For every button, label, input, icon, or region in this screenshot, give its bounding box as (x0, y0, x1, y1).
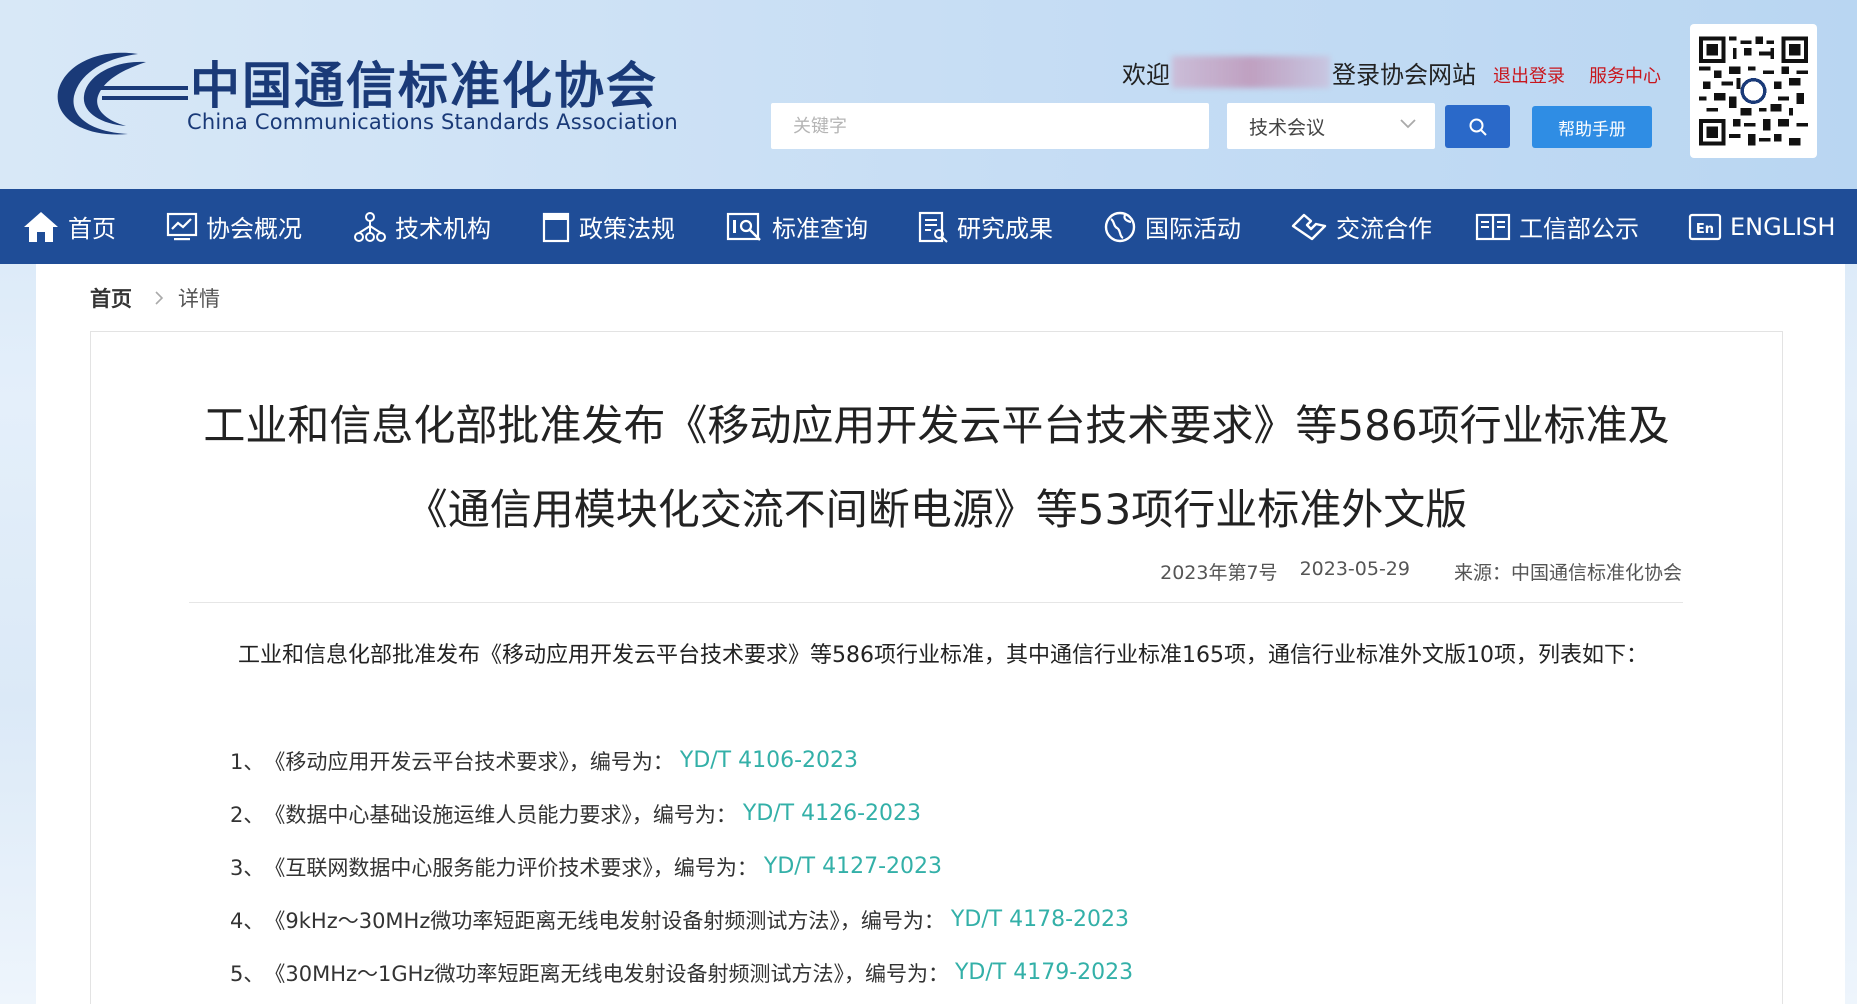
nav-item-home[interactable]: 首页 (22, 189, 116, 264)
book-icon (1475, 213, 1511, 240)
article-title: 工业和信息化部批准发布《移动应用开发云平台技术要求》等586项行业标准及 《通信… (100, 384, 1773, 552)
nav-item-international[interactable]: 国际活动 (1103, 189, 1241, 264)
document-icon (542, 212, 570, 242)
globe-icon (1104, 211, 1136, 242)
nav-item-standard-query[interactable]: 标准查询 (726, 189, 868, 264)
nav-item-label: 首页 (68, 215, 116, 243)
nav-item-label: 协会概况 (206, 215, 302, 243)
site-logo[interactable]: 中国通信标准化协会 China Communications Standards… (50, 46, 678, 146)
list-item: 3、 《互联网数据中心服务能力评价技术要求》，编号为： YD/T 4127-20… (230, 840, 1680, 893)
article-date: 2023-05-29 (1299, 558, 1410, 580)
nav-item-miit-notice[interactable]: 工信部公示 (1475, 189, 1639, 264)
english-icon: En (1688, 213, 1722, 240)
list-item-index: 2、 (230, 802, 265, 827)
breadcrumb-home[interactable]: 首页 (90, 283, 132, 313)
divider (189, 602, 1683, 603)
welcome-suffix: 登录协会网站 (1332, 60, 1476, 89)
handshake-icon (1291, 213, 1327, 240)
breadcrumb: 首页 详情 (90, 283, 220, 313)
nav-item-policy[interactable]: 政策法规 (541, 189, 675, 264)
article-issue: 2023年第7号 (1160, 562, 1278, 584)
list-item-name: 《30MHz～1GHz微功率短距离无线电发射设备射频测试方法》，编号为： (264, 961, 949, 986)
standard-code-link[interactable]: YD/T 4179-2023 (955, 960, 1133, 985)
standard-code-link[interactable]: YD/T 4106-2023 (680, 748, 858, 773)
standard-code-link[interactable]: YD/T 4126-2023 (743, 801, 921, 826)
welcome-text: 欢迎 登录协会网站 (1122, 56, 1476, 89)
standard-code-link[interactable]: YD/T 4178-2023 (951, 907, 1129, 932)
list-item-index: 3、 (230, 855, 265, 880)
nav-item-label: ENGLISH (1730, 212, 1836, 241)
report-icon (918, 211, 948, 243)
ccsa-logo-icon (57, 52, 188, 135)
logout-link[interactable]: 退出登录 (1493, 62, 1565, 88)
list-item-name: 《9kHz～30MHz微功率短距离无线电发射设备射频测试方法》，编号为： (264, 908, 945, 933)
nav-item-label: 交流合作 (1336, 215, 1432, 243)
list-item: 2、 《数据中心基础设施运维人员能力要求》，编号为： YD/T 4126-202… (230, 787, 1680, 840)
nav-item-about[interactable]: 协会概况 (166, 189, 302, 264)
list-item: 4、 《9kHz～30MHz微功率短距离无线电发射设备射频测试方法》，编号为： … (230, 893, 1680, 946)
article-intro: 工业和信息化部批准发布《移动应用开发云平台技术要求》等586项行业标准，其中通信… (238, 643, 1648, 668)
article-title-line-1: 工业和信息化部批准发布《移动应用开发云平台技术要求》等586项行业标准及 (203, 401, 1670, 450)
list-item: 5、 《30MHz～1GHz微功率短距离无线电发射设备射频测试方法》，编号为： … (230, 946, 1680, 999)
qr-code-icon (1699, 36, 1808, 146)
svg-text:En: En (1696, 222, 1714, 237)
main-nav: 首页 协会概况 技术机构 政策法规 标准查询 研究成果 国际活动 交流合作 工信… (0, 189, 1857, 264)
list-item-name: 《互联网数据中心服务能力评价技术要求》，编号为： (264, 855, 758, 880)
org-icon (354, 211, 386, 242)
nav-item-label: 国际活动 (1145, 215, 1241, 243)
chevron-right-icon (155, 291, 164, 305)
nav-item-cooperation[interactable]: 交流合作 (1290, 189, 1432, 264)
help-manual-button[interactable]: 帮助手册 (1532, 106, 1652, 148)
chevron-down-icon (1400, 119, 1416, 129)
nav-item-label: 政策法规 (579, 215, 675, 243)
standard-code-link[interactable]: YD/T 4127-2023 (764, 854, 942, 879)
site-header: 中国通信标准化协会 China Communications Standards… (0, 0, 1857, 189)
search-category-value: 技术会议 (1249, 116, 1326, 139)
search-input[interactable] (771, 103, 1209, 149)
list-item-index: 5、 (230, 961, 265, 986)
nav-item-label: 技术机构 (395, 215, 491, 243)
home-icon (24, 211, 58, 242)
search-icon (1469, 118, 1487, 136)
chart-icon (166, 212, 198, 240)
article-source: 来源：中国通信标准化协会 (1453, 562, 1682, 584)
nav-item-label: 标准查询 (772, 215, 868, 243)
nav-item-tech-org[interactable]: 技术机构 (353, 189, 491, 264)
nav-item-english[interactable]: En ENGLISH (1688, 189, 1835, 264)
nav-item-label: 研究成果 (957, 215, 1053, 243)
nav-item-label: 工信部公示 (1519, 215, 1639, 243)
list-item-index: 4、 (230, 908, 265, 933)
article-meta: 2023年第7号 2023-05-29 来源：中国通信标准化协会 (1138, 558, 1682, 585)
search-doc-icon (726, 212, 761, 241)
search-button[interactable] (1445, 105, 1510, 148)
org-name-cn: 中国通信标准化协会 (190, 57, 658, 115)
qr-code (1690, 24, 1817, 158)
service-center-link[interactable]: 服务中心 (1589, 62, 1661, 88)
search-category-select[interactable]: 技术会议 (1227, 103, 1435, 149)
breadcrumb-current: 详情 (178, 287, 220, 311)
article-title-line-2: 《通信用模块化交流不间断电源》等53项行业标准外文版 (405, 485, 1468, 534)
standards-list: 1、 《移动应用开发云平台技术要求》，编号为： YD/T 4106-2023 2… (230, 734, 1680, 999)
list-item-name: 《移动应用开发云平台技术要求》，编号为： (264, 749, 674, 774)
list-item-name: 《数据中心基础设施运维人员能力要求》，编号为： (264, 802, 737, 827)
blurred-username (1172, 56, 1330, 88)
org-name-en: China Communications Standards Associati… (187, 110, 678, 134)
list-item: 1、 《移动应用开发云平台技术要求》，编号为： YD/T 4106-2023 (230, 734, 1680, 787)
welcome-prefix: 欢迎 (1122, 60, 1170, 89)
nav-item-research[interactable]: 研究成果 (917, 189, 1053, 264)
list-item-index: 1、 (230, 749, 265, 774)
